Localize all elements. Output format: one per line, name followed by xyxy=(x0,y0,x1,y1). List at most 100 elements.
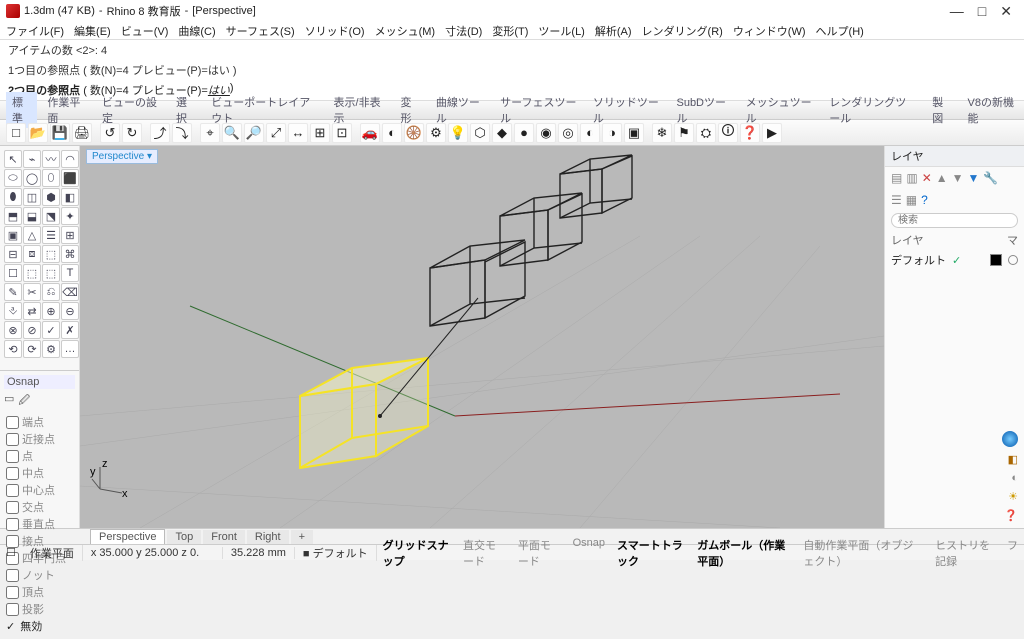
right-dock-icon[interactable]: ☀ xyxy=(1008,490,1018,503)
toolbar-button[interactable]: 💾 xyxy=(50,123,70,143)
layer-material-icon[interactable] xyxy=(1008,255,1018,265)
tool-button[interactable]: ◫ xyxy=(23,188,41,206)
menu-item[interactable]: メッシュ(M) xyxy=(375,23,436,39)
menu-item[interactable]: 編集(E) xyxy=(74,23,111,39)
toolbar-button[interactable]: ❓ xyxy=(740,123,760,143)
toolbar-button[interactable]: 🖨 xyxy=(72,123,92,143)
toolbar-button[interactable]: 🛞 xyxy=(404,123,424,143)
tool-button[interactable]: ⊘ xyxy=(23,321,41,339)
layer-color-swatch[interactable] xyxy=(990,254,1002,266)
osnap-item[interactable]: 頂点 xyxy=(6,584,75,600)
menu-bar[interactable]: ファイル(F) 編集(E) ビュー(V) 曲線(C) サーフェス(S) ソリッド(O) メッ… xyxy=(0,22,1024,40)
menu-item[interactable]: サーフェス(S) xyxy=(226,23,295,39)
tool-button[interactable]: ⬢ xyxy=(42,188,60,206)
toolbar-button[interactable]: ⊞ xyxy=(310,123,330,143)
tool-button[interactable]: ⚙ xyxy=(42,340,60,358)
layers-toolbar[interactable]: ▤▥ ✕ ▲▼ ▼ 🔧 xyxy=(885,167,1024,189)
tool-button[interactable]: ⬔ xyxy=(42,207,60,225)
tool-button[interactable]: ☰ xyxy=(42,226,60,244)
toolbar-button[interactable]: ⌖ xyxy=(200,123,220,143)
tool-button[interactable]: ⬭ xyxy=(4,169,22,187)
tool-button[interactable]: ⊖ xyxy=(61,302,79,320)
toolbar-button[interactable]: ⚑ xyxy=(674,123,694,143)
tool-button[interactable]: ◧ xyxy=(61,188,79,206)
toolbar-button[interactable]: ◐ xyxy=(382,123,402,143)
toolbar-button[interactable]: ⤢ xyxy=(266,123,286,143)
toolbar-button[interactable]: ◑ xyxy=(602,123,622,143)
osnap-cursor-icon[interactable]: ▭ xyxy=(4,392,14,411)
viewport-tab[interactable]: Top xyxy=(167,530,201,544)
menu-item[interactable]: ヘルプ(H) xyxy=(816,23,864,39)
menu-item[interactable]: ソリッド(O) xyxy=(305,23,365,39)
toolbar-button[interactable]: ◐ xyxy=(580,123,600,143)
menu-item[interactable]: 解析(A) xyxy=(595,23,632,39)
tool-button[interactable]: ⊗ xyxy=(4,321,22,339)
panel-tab[interactable]: V8の新機能 xyxy=(962,92,1024,128)
toolbar-button[interactable]: ⊡ xyxy=(332,123,352,143)
layer-search-input[interactable] xyxy=(891,213,1018,228)
toolbar-button[interactable]: 🔎 xyxy=(244,123,264,143)
viewport-perspective[interactable]: Perspective ▾ xyxy=(80,146,884,528)
tool-button[interactable]: ⬚ xyxy=(42,245,60,263)
toolbar-button[interactable]: ❄ xyxy=(652,123,672,143)
osnap-item[interactable]: 近接点 xyxy=(6,431,75,447)
toolbar-button[interactable]: ⤵ xyxy=(172,123,192,143)
tool-grid[interactable]: ↖⌁〰◠⬭◯⬯⬛⬮◫⬢◧⬒⬓⬔✦▣△☰⊞⊟⧈⬚⌘☐⬚⬚T✎✂⎌⌫⎀⇄⊕⊖⊗⊘✓✗… xyxy=(0,146,79,362)
viewport-tab[interactable]: Perspective xyxy=(90,529,165,544)
menu-item[interactable]: ビュー(V) xyxy=(121,23,169,39)
toolbar-button[interactable]: ⛭ xyxy=(696,123,716,143)
status-toggle[interactable]: フ xyxy=(1001,537,1024,569)
status-toggle[interactable]: ヒストリを記録 xyxy=(929,537,1001,569)
menu-item[interactable]: ウィンドウ(W) xyxy=(733,23,806,39)
right-dock-icon[interactable] xyxy=(1002,431,1018,447)
toolbar-button[interactable]: ◉ xyxy=(536,123,556,143)
tool-button[interactable]: … xyxy=(61,340,79,358)
tool-button[interactable]: ⊞ xyxy=(61,226,79,244)
status-toggle[interactable]: 平面モード xyxy=(512,537,567,569)
tool-button[interactable]: ⬯ xyxy=(42,169,60,187)
tool-button[interactable]: ⟳ xyxy=(23,340,41,358)
menu-item[interactable]: 曲線(C) xyxy=(178,23,215,39)
status-toggle[interactable]: Osnap xyxy=(567,537,611,569)
tool-button[interactable]: ✗ xyxy=(61,321,79,339)
layer-row[interactable]: デフォルト ✓ xyxy=(885,250,1024,270)
osnap-item[interactable]: 中心点 xyxy=(6,482,75,498)
menu-item[interactable]: ツール(L) xyxy=(538,23,584,39)
right-dock-icon[interactable]: ❓ xyxy=(1004,509,1018,522)
toolbar-button[interactable]: ● xyxy=(514,123,534,143)
tool-button[interactable]: 〰 xyxy=(42,150,60,168)
viewport-tab[interactable]: Right xyxy=(247,530,289,544)
toolbar-button[interactable]: 🛈 xyxy=(718,123,738,143)
tool-button[interactable]: ⬓ xyxy=(23,207,41,225)
right-dock-icon[interactable]: ◐ xyxy=(1011,472,1018,484)
menu-item[interactable]: 寸法(D) xyxy=(445,23,482,39)
tool-button[interactable]: ⬛ xyxy=(61,169,79,187)
tool-button[interactable]: ✓ xyxy=(42,321,60,339)
viewport-tab[interactable]: + xyxy=(291,530,313,544)
menu-item[interactable]: 変形(T) xyxy=(492,23,528,39)
tool-button[interactable]: ✂ xyxy=(23,283,41,301)
status-layer[interactable]: ■ デフォルト xyxy=(295,545,377,561)
tool-button[interactable]: ◠ xyxy=(61,150,79,168)
layers-toolbar-2[interactable]: ☰▦ ? xyxy=(885,189,1024,211)
osnap-item[interactable]: 垂直点 xyxy=(6,516,75,532)
osnap-item[interactable]: 点 xyxy=(6,448,75,464)
tool-button[interactable]: ✎ xyxy=(4,283,22,301)
tool-button[interactable]: ◯ xyxy=(23,169,41,187)
toolbar-button[interactable]: ▶ xyxy=(762,123,782,143)
menu-item[interactable]: ファイル(F) xyxy=(6,23,64,39)
toolbar-button[interactable]: 🚗 xyxy=(360,123,380,143)
osnap-item[interactable]: 端点 xyxy=(6,414,75,430)
tool-button[interactable]: ⌁ xyxy=(23,150,41,168)
status-toggle[interactable]: ガムボール（作業平面） xyxy=(691,537,797,569)
panel-tab[interactable]: 製図 xyxy=(926,92,957,128)
maximize-button[interactable]: □ xyxy=(978,3,986,20)
toolbar-button[interactable]: ▣ xyxy=(624,123,644,143)
osnap-disable[interactable]: 無効 xyxy=(6,618,75,634)
status-cplane[interactable]: 作業平面 xyxy=(22,545,83,561)
tool-button[interactable]: ↖ xyxy=(4,150,22,168)
tool-button[interactable]: ⬮ xyxy=(4,188,22,206)
osnap-item[interactable]: 交点 xyxy=(6,499,75,515)
tool-button[interactable]: ⬚ xyxy=(23,264,41,282)
osnap-item[interactable]: ノット xyxy=(6,567,75,583)
